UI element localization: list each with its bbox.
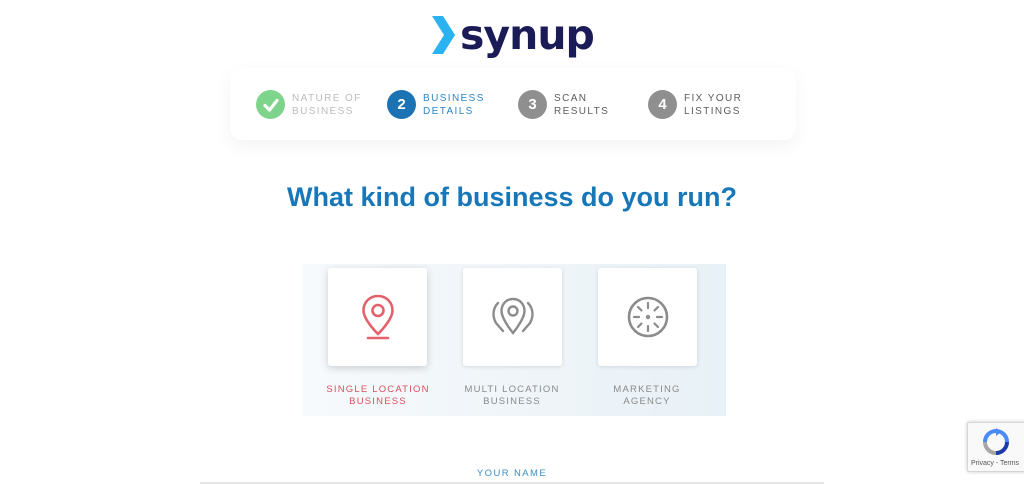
option-label-multi-location[interactable]: MULTI LOCATION BUSINESS — [442, 384, 582, 408]
logo-chevron-icon — [432, 16, 455, 54]
step-number: 3 — [518, 90, 547, 119]
step-number: 2 — [387, 90, 416, 119]
page-question-heading: What kind of business do you run? — [287, 182, 737, 212]
dial-icon — [627, 296, 668, 338]
option-label-marketing-agency[interactable]: MARKETING AGENCY — [577, 384, 717, 408]
your-name-label: YOUR NAME — [476, 468, 548, 479]
step-scan-results: 3 SCAN RESULTS — [518, 90, 626, 119]
option-single-location[interactable] — [328, 268, 427, 366]
step-label: FIX YOUR LISTINGS — [684, 92, 743, 117]
multi-location-pin-icon — [491, 297, 534, 335]
option-multi-location[interactable] — [463, 268, 562, 366]
recaptcha-icon — [983, 428, 1009, 455]
step-number: 4 — [648, 90, 677, 119]
step-complete-badge — [256, 90, 285, 119]
step-label: SCAN RESULTS — [554, 92, 610, 117]
progress-stepper: NATURE OF BUSINESS 2 BUSINESS DETAILS 3 … — [230, 68, 796, 140]
map-pin-icon — [361, 294, 394, 340]
recaptcha-terms-link[interactable]: Privacy - Terms — [968, 460, 1022, 467]
step-label: NATURE OF BUSINESS — [292, 92, 362, 117]
option-label-single-location[interactable]: SINGLE LOCATION BUSINESS — [308, 384, 448, 408]
check-icon — [262, 98, 279, 112]
logo-wordmark: synup — [460, 11, 595, 59]
step-nature-of-business: NATURE OF BUSINESS — [256, 90, 364, 119]
synup-logo[interactable]: synup — [430, 11, 595, 59]
step-label: BUSINESS DETAILS — [423, 92, 485, 117]
step-business-details: 2 BUSINESS DETAILS — [387, 90, 495, 119]
recaptcha-badge[interactable]: Privacy - Terms — [967, 422, 1024, 472]
option-marketing-agency[interactable] — [598, 268, 697, 366]
step-fix-listings: 4 FIX YOUR LISTINGS — [648, 90, 756, 119]
